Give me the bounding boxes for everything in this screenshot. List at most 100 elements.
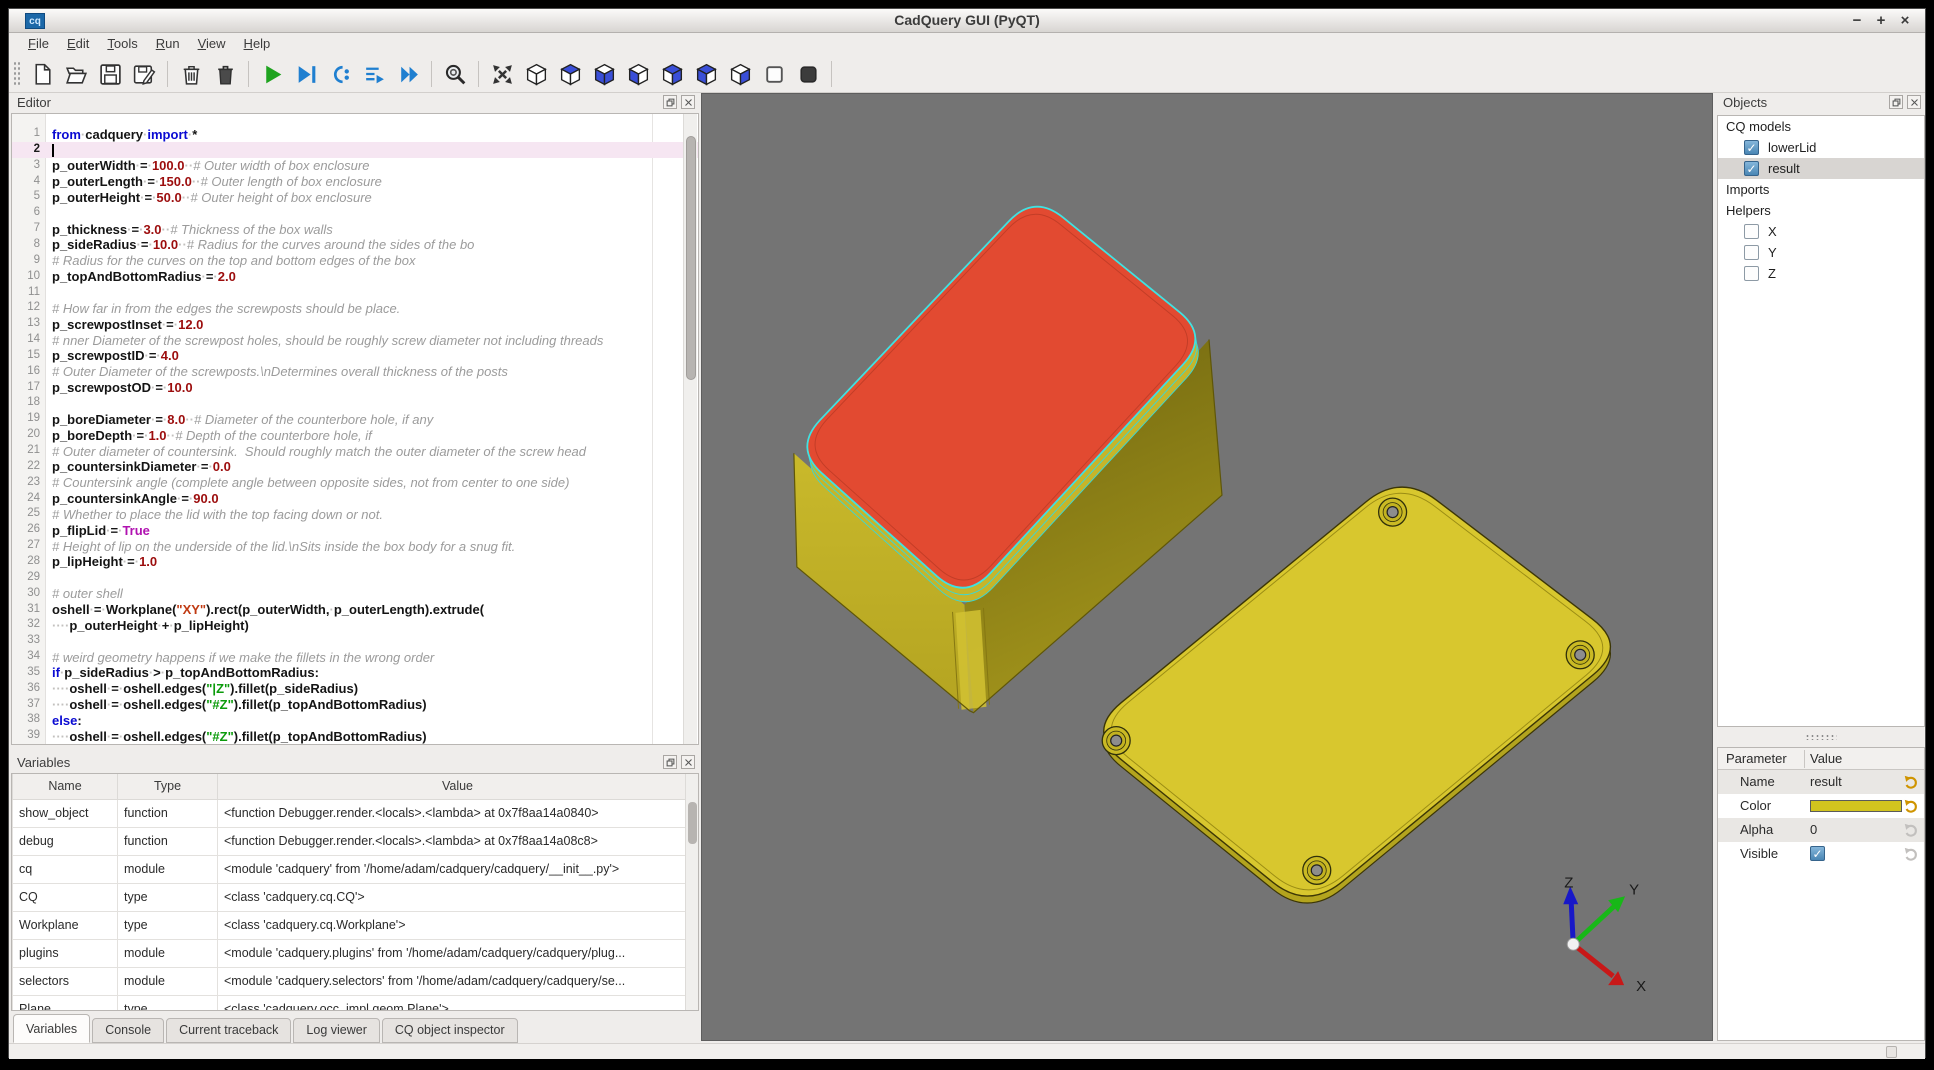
front-view-button[interactable]	[621, 58, 655, 90]
editor-line[interactable]: 31oshell·=·Workplane("XY").rect(p_outerW…	[12, 602, 698, 618]
color-swatch[interactable]	[1810, 800, 1902, 812]
editor-line[interactable]: 30# outer shell	[12, 586, 698, 602]
tree-item-result[interactable]: ✓result	[1718, 158, 1924, 179]
column-header-value[interactable]: Value	[218, 774, 698, 799]
editor-line[interactable]: 39····oshell·=·oshell.edges("#Z").fillet…	[12, 728, 698, 744]
left-view-button[interactable]	[689, 58, 723, 90]
step-over-button[interactable]	[357, 58, 391, 90]
menu-item-edit[interactable]: Edit	[58, 33, 98, 54]
tree-item-z[interactable]: Z	[1718, 263, 1924, 284]
editor-line[interactable]: 18	[12, 395, 698, 411]
maximize-button[interactable]: +	[1871, 11, 1891, 31]
tree-item-y[interactable]: Y	[1718, 242, 1924, 263]
menu-item-view[interactable]: View	[189, 33, 235, 54]
viewport-3d[interactable]: Z Y X	[701, 93, 1713, 1041]
tree-item-x[interactable]: X	[1718, 221, 1924, 242]
editor-line[interactable]: 22p_countersinkDiameter·=·0.0	[12, 459, 698, 475]
editor-line[interactable]: 12# How far in from the edges the screwp…	[12, 300, 698, 316]
continue-button[interactable]	[391, 58, 425, 90]
tree-item-lowerlid[interactable]: ✓lowerLid	[1718, 137, 1924, 158]
debug-run-button[interactable]	[289, 58, 323, 90]
objects-float-icon[interactable]	[1889, 95, 1903, 109]
step-into-button[interactable]	[323, 58, 357, 90]
open-file-button[interactable]	[59, 58, 93, 90]
run-script-button[interactable]	[255, 58, 289, 90]
editor-line[interactable]: 25# Whether to place the lid with the to…	[12, 506, 698, 522]
variables-float-icon[interactable]	[663, 755, 677, 769]
table-row[interactable]: show_objectfunction<function Debugger.re…	[13, 799, 698, 827]
tree-item-helpers[interactable]: Helpers	[1718, 200, 1924, 221]
bottom-view-button[interactable]	[587, 58, 621, 90]
editor-line[interactable]: 8p_sideRadius·=·10.0··# Radius for the c…	[12, 237, 698, 253]
tree-item-imports[interactable]: Imports	[1718, 179, 1924, 200]
top-view-button[interactable]	[553, 58, 587, 90]
editor-line[interactable]: 20p_boreDepth·=·1.0··# Depth of the coun…	[12, 427, 698, 443]
undo-icon[interactable]	[1903, 821, 1920, 838]
zoom-button[interactable]	[438, 58, 472, 90]
editor-scrollbar-thumb[interactable]	[686, 136, 696, 380]
editor-line[interactable]: 17p_screwpostOD·=·10.0	[12, 380, 698, 396]
editor-line[interactable]: 10p_topAndBottomRadius·=·2.0	[12, 269, 698, 285]
splitter-handle[interactable]	[1805, 734, 1837, 740]
editor-line[interactable]: 24p_countersinkAngle·=·90.0	[12, 491, 698, 507]
editor-close-icon[interactable]	[681, 95, 695, 109]
right-view-button[interactable]	[723, 58, 757, 90]
editor-line[interactable]: 26p_flipLid·=·True	[12, 522, 698, 538]
editor-line[interactable]: 15p_screwpostID·=·4.0	[12, 348, 698, 364]
objects-close-icon[interactable]	[1907, 95, 1921, 109]
editor-scrollbar[interactable]	[683, 114, 697, 744]
save-button[interactable]	[93, 58, 127, 90]
editor-float-icon[interactable]	[663, 95, 677, 109]
variables-close-icon[interactable]	[681, 755, 695, 769]
size-grip[interactable]	[1886, 1046, 1897, 1058]
new-file-button[interactable]	[25, 58, 59, 90]
editor-line[interactable]: 21# Outer diameter of countersink. Shoul…	[12, 443, 698, 459]
tab-log-viewer[interactable]: Log viewer	[293, 1018, 379, 1043]
editor-line[interactable]: 27# Height of lip on the underside of th…	[12, 538, 698, 554]
undo-icon[interactable]	[1903, 773, 1920, 790]
visible-checkbox[interactable]: ✓	[1810, 846, 1825, 861]
editor-line[interactable]: 4p_outerLength·=·150.0··# Outer length o…	[12, 174, 698, 190]
table-row[interactable]: pluginsmodule<module 'cadquery.plugins' …	[13, 939, 698, 967]
checkbox-y[interactable]	[1744, 245, 1759, 260]
editor-line[interactable]: 5p_outerHeight·=·50.0··# Outer height of…	[12, 189, 698, 205]
save-as-button[interactable]	[127, 58, 161, 90]
table-row[interactable]: CQtype<class 'cadquery.cq.CQ'>	[13, 883, 698, 911]
iso-view-button[interactable]	[519, 58, 553, 90]
editor-line[interactable]: 28p_lipHeight·=·1.0	[12, 554, 698, 570]
editor-line[interactable]: 29	[12, 570, 698, 586]
editor-line[interactable]: 14# nner Diameter of the screwpost holes…	[12, 332, 698, 348]
editor-line[interactable]: 11	[12, 285, 698, 301]
tab-console[interactable]: Console	[92, 1018, 164, 1043]
tab-cq-object-inspector[interactable]: CQ object inspector	[382, 1018, 518, 1043]
checkbox-result[interactable]: ✓	[1744, 161, 1759, 176]
editor-line[interactable]: 19p_boreDiameter·=·8.0··# Diameter of th…	[12, 411, 698, 427]
tab-variables[interactable]: Variables	[13, 1014, 90, 1043]
table-row[interactable]: Workplanetype<class 'cadquery.cq.Workpla…	[13, 911, 698, 939]
undo-icon[interactable]	[1903, 845, 1920, 862]
menu-item-help[interactable]: Help	[235, 33, 280, 54]
box-model[interactable]	[794, 207, 1222, 713]
table-row[interactable]: selectorsmodule<module 'cadquery.selecto…	[13, 967, 698, 995]
editor-line[interactable]: 23# Countersink angle (complete angle be…	[12, 475, 698, 491]
editor-line[interactable]: 35if·p_sideRadius·>·p_topAndBottomRadius…	[12, 665, 698, 681]
editor-line[interactable]: 13p_screwpostInset·=·12.0	[12, 316, 698, 332]
checkbox-z[interactable]	[1744, 266, 1759, 281]
variables-scrollbar-thumb[interactable]	[688, 802, 697, 844]
tab-current-traceback[interactable]: Current traceback	[166, 1018, 291, 1043]
editor-line[interactable]: 9# Radius for the curves on the top and …	[12, 253, 698, 269]
undo-icon[interactable]	[1903, 797, 1920, 814]
code-editor[interactable]: 1from·cadquery·import·*23p_outerWidth·=·…	[11, 113, 699, 745]
editor-line[interactable]: 1from·cadquery·import·*	[12, 126, 698, 142]
clear-button[interactable]	[174, 58, 208, 90]
editor-line[interactable]: 33	[12, 633, 698, 649]
editor-line[interactable]: 38else:	[12, 712, 698, 728]
delete-button[interactable]	[208, 58, 242, 90]
toolbar-grip[interactable]	[13, 61, 21, 87]
column-header-name[interactable]: Name	[13, 774, 118, 799]
checkbox-x[interactable]	[1744, 224, 1759, 239]
shaded-button[interactable]	[791, 58, 825, 90]
column-header-type[interactable]: Type	[118, 774, 218, 799]
tree-item-cq models[interactable]: CQ models	[1718, 116, 1924, 137]
menu-item-tools[interactable]: Tools	[98, 33, 146, 54]
